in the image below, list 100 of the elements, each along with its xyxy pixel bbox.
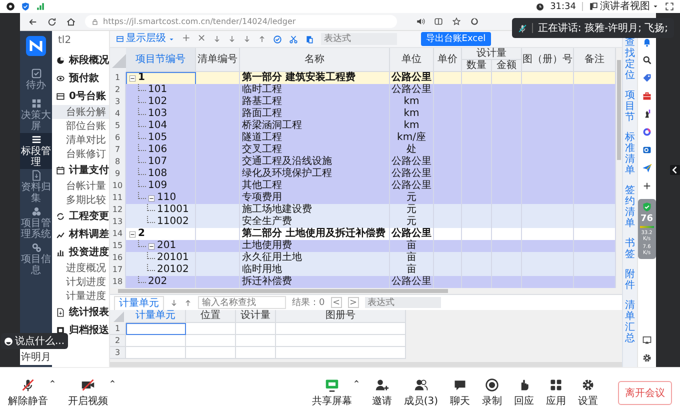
side-link[interactable]: 清单汇总	[624, 300, 635, 344]
table-row[interactable]: 3 102 路基工程 km	[110, 96, 616, 108]
user-name: 许明月	[20, 349, 52, 365]
menu-group[interactable]: 标段概况	[52, 51, 109, 69]
side-link[interactable]: 标准清单	[624, 132, 635, 176]
presenter-view-button[interactable]: 演讲者视图	[589, 0, 659, 12]
node-code: 1	[138, 72, 145, 84]
table-row[interactable]: 12 11001 施工场地建设费 元	[110, 204, 616, 216]
row-number: 12	[110, 204, 126, 217]
row-number: 1	[110, 72, 126, 85]
node-code: 104	[148, 120, 168, 132]
node-code: 11002	[157, 216, 189, 228]
menu-item[interactable]: 清单对比	[52, 133, 109, 147]
toolbar-button[interactable]: ×	[197, 33, 206, 45]
node-code: 2	[138, 228, 145, 240]
row-number: 16	[110, 252, 126, 265]
toolbar-button[interactable]: 邀请	[372, 378, 392, 408]
node-code: 107	[148, 156, 168, 168]
column-header[interactable]: 图册号	[276, 310, 406, 323]
speaking-notice: 正在讲话: 孩雅-许明月; 飞扬;	[538, 22, 668, 35]
row-number: 18	[110, 276, 126, 289]
menu-item[interactable]: 台账修订	[52, 147, 109, 161]
table-row[interactable]: 9 108 绿化及环境保护工程 公路公里	[110, 168, 616, 180]
table-row[interactable]: 13 11002 安全生产费 元	[110, 216, 616, 228]
toolbar-button[interactable]: 聊天	[450, 378, 470, 408]
menu-group[interactable]: 计量支付	[52, 161, 109, 179]
toolbar-button[interactable]: 设置	[578, 378, 598, 408]
nav-item[interactable]: 项目信息	[20, 241, 52, 277]
table-row[interactable]: 10 109 其他工程 公路公里	[110, 180, 616, 192]
column-header[interactable]: 设计量	[462, 48, 522, 60]
side-link[interactable]: 附件	[624, 269, 635, 291]
next-button[interactable]: >	[348, 297, 359, 308]
table-row[interactable]: 18 202 拆迁补偿费 公路公里	[110, 276, 616, 288]
table-row[interactable]: 6 105 隧道工程 km/座	[110, 132, 616, 144]
toolbar-button[interactable]: 解除静音	[8, 378, 48, 408]
table-row[interactable]: 16 20101 永久征用土地 亩	[110, 252, 616, 264]
row-number: 2	[110, 84, 126, 97]
table-row[interactable]: 17 20102 临时用地 亩	[110, 264, 616, 276]
level-dropdown[interactable]: 显示层级	[116, 33, 175, 45]
node-code: 201	[157, 240, 176, 252]
table-row[interactable]: 4 103 路面工程 km	[110, 108, 616, 120]
result-count: 结果：0	[292, 296, 325, 309]
node-code: 110	[157, 192, 176, 204]
column-header[interactable]: 位置	[186, 310, 236, 323]
table-row[interactable]: 15 201 土地使用费 亩	[110, 240, 616, 252]
side-link[interactable]: 查找定位	[624, 37, 635, 81]
nav-item[interactable]: 标段管理	[20, 133, 52, 169]
menu-group[interactable]: 0号台账	[52, 87, 109, 105]
panel-tab[interactable]: 计量单元	[114, 296, 164, 310]
menu-item[interactable]: 计量进度	[52, 289, 109, 303]
menu-item[interactable]: 进度概况	[52, 261, 109, 275]
table-row[interactable]: 14 2 第二部分 土地使用及拆迁补偿费 公路公里	[110, 228, 616, 240]
table-row[interactable]: 1 1 第一部分 建筑安装工程费 公路公里	[110, 72, 616, 84]
toolbar-button[interactable]: 回应	[514, 378, 534, 408]
toolbar-button[interactable]: 录制	[482, 378, 502, 408]
expression-field[interactable]: 表达式	[320, 33, 397, 45]
node-code: 20102	[157, 264, 189, 276]
menu-group[interactable]: 预付款	[52, 69, 109, 87]
menu-item[interactable]: 部位台账	[52, 119, 109, 133]
menu-item[interactable]: 计划进度	[52, 275, 109, 289]
column-header[interactable]: 计量单元	[126, 310, 186, 323]
side-link[interactable]: 书签	[624, 238, 635, 260]
nav-item[interactable]: 待办	[20, 61, 52, 97]
address-bar[interactable]: https://jl.smartcost.com.cn/tender/14024/ledger	[85, 15, 397, 28]
menu-group[interactable]: 材料调差	[52, 225, 109, 243]
toolbar-button[interactable]: 共享屏幕	[312, 378, 352, 408]
table-row[interactable]: 11 110 专项费用 元	[110, 192, 616, 204]
row-number: 17	[110, 264, 126, 277]
expression-field[interactable]: 表达式	[364, 297, 441, 308]
side-link[interactable]: 项目节	[624, 90, 635, 123]
row-number: 1	[110, 323, 126, 335]
tender-name: tl2	[57, 34, 72, 48]
score: 76	[640, 214, 654, 224]
table-row[interactable]: 5 104 桥梁涵洞工程 km	[110, 120, 616, 132]
leave-meeting-button[interactable]: 离开会议	[618, 380, 672, 404]
menu-group[interactable]: 统计报表	[52, 303, 109, 321]
column-header[interactable]: 项目节编号	[126, 48, 196, 72]
export-button[interactable]: 导出台账Excel	[420, 32, 491, 46]
menu-item[interactable]: 台账分解	[52, 105, 109, 119]
menu-group[interactable]: 投资进度	[52, 243, 109, 261]
nav-item[interactable]: 资料归集	[20, 169, 52, 205]
search-field[interactable]: 输入名称查找	[198, 296, 286, 309]
nav-item[interactable]: 决策大屏	[20, 97, 52, 133]
side-link[interactable]: 签约清单	[624, 185, 635, 229]
menu-item[interactable]: 台帐计量	[52, 179, 109, 193]
menu-group[interactable]: 工程变更	[52, 207, 109, 225]
table-row[interactable]: 8 107 交通工程及沿线设施 公路公里	[110, 156, 616, 168]
nav-item[interactable]: 项目管理系统	[20, 205, 52, 241]
node-code: 109	[148, 180, 168, 192]
node-code: 11001	[157, 204, 189, 216]
previous-button[interactable]: <	[330, 297, 342, 308]
table-row[interactable]: 2 101 临时工程 公路公里	[110, 84, 616, 96]
toolbar-button[interactable]: 成员(3)	[404, 378, 438, 408]
column-header[interactable]: 设计量	[236, 310, 276, 323]
toolbar-button[interactable]: 应用	[546, 378, 566, 408]
menu-item[interactable]: 多期比较	[52, 193, 109, 207]
table-row[interactable]: 7 106 交叉工程 处	[110, 144, 616, 156]
toolbar-button[interactable]: 开启视频	[68, 378, 108, 408]
toolbar-button[interactable]: +	[182, 33, 190, 45]
row-number: 5	[110, 120, 126, 133]
